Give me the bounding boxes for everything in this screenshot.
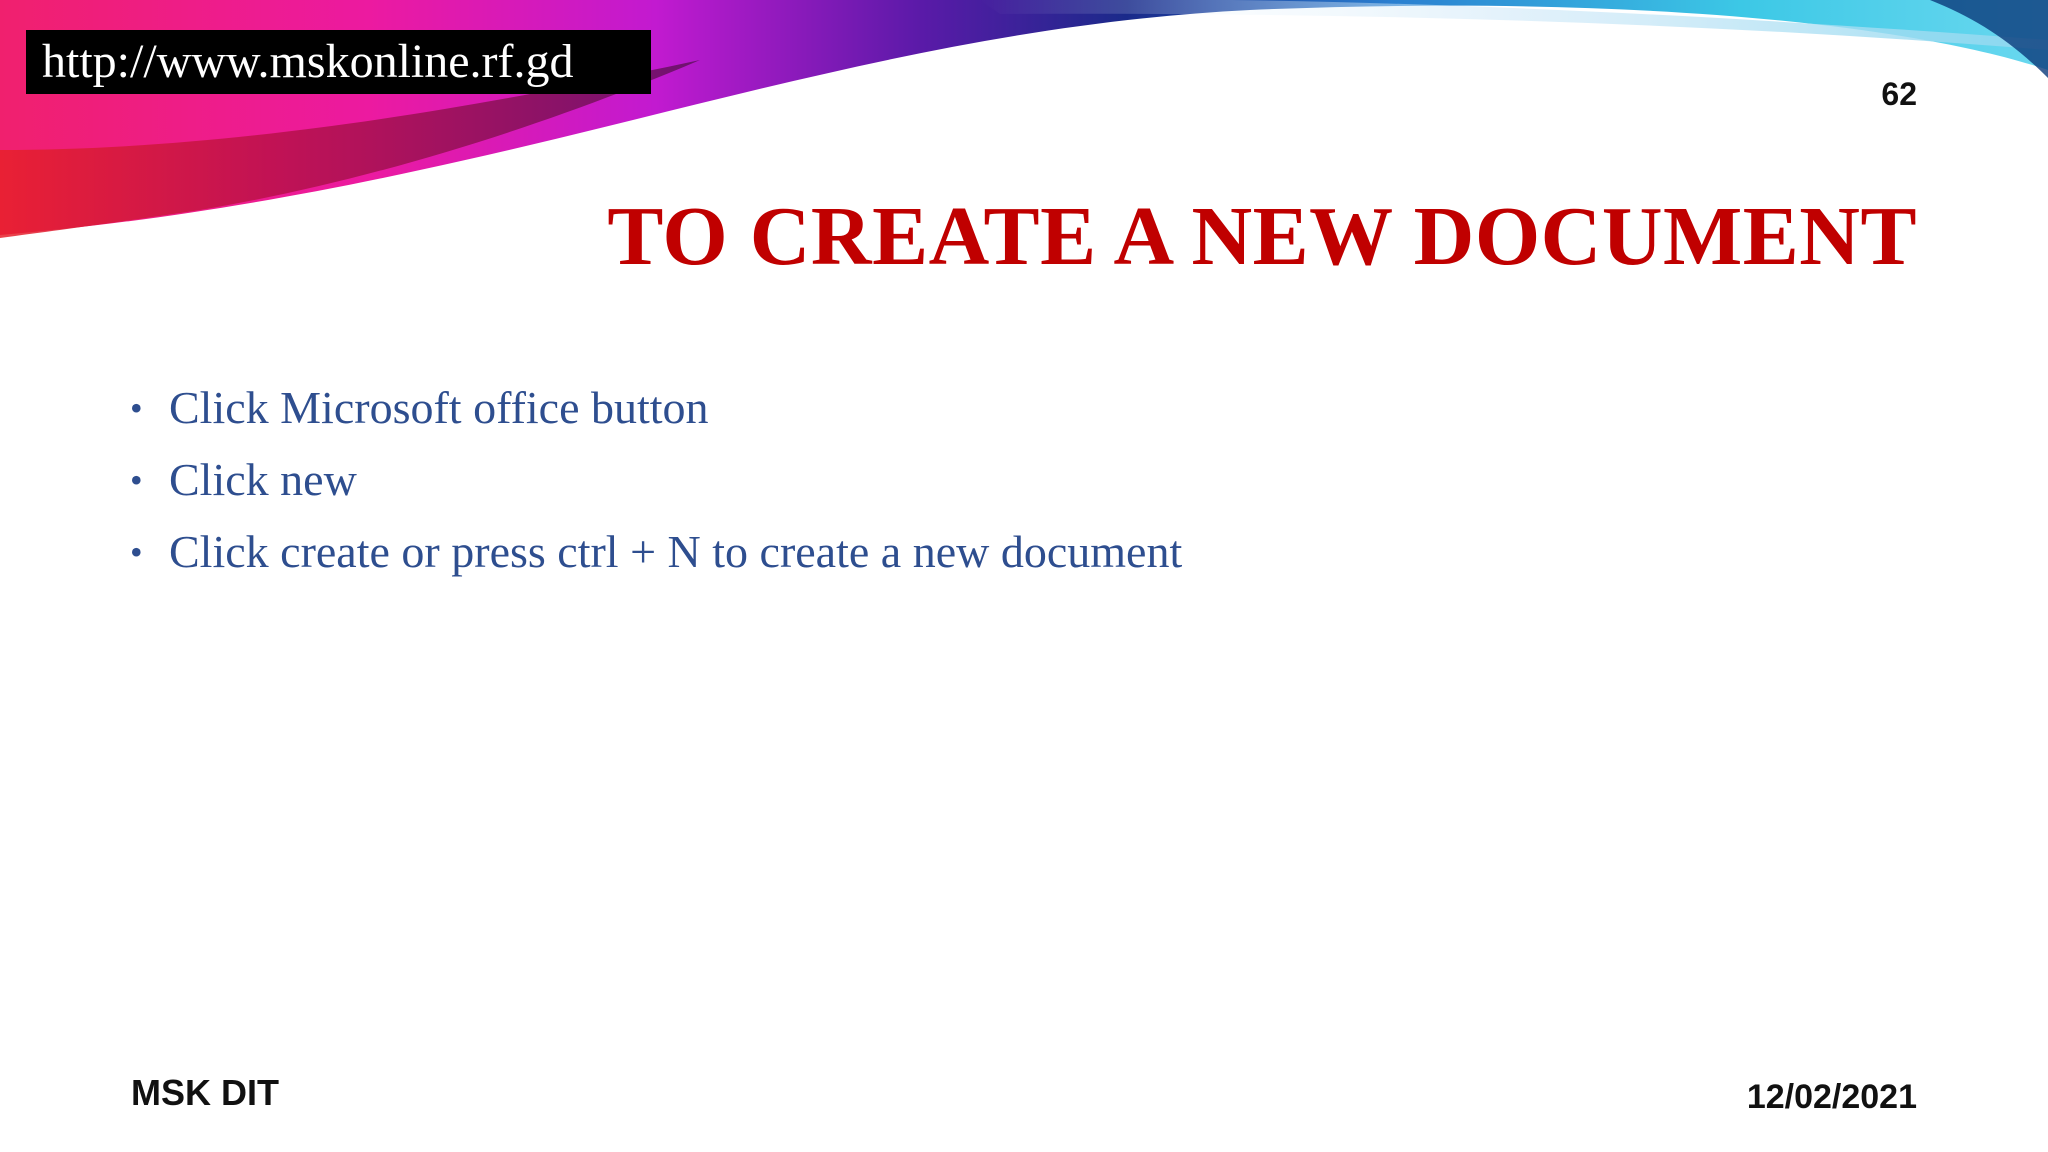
- bullet-dot-icon: •: [130, 532, 143, 572]
- slide-number: 62: [1881, 76, 1917, 112]
- footer-organization: MSK DIT: [131, 1072, 279, 1113]
- bullet-text: Click new: [169, 454, 357, 505]
- bullet-text: Click create or press ctrl + N to create…: [169, 526, 1183, 577]
- bullet-item: • Click Microsoft office button: [130, 372, 1182, 444]
- bullet-list: • Click Microsoft office button • Click ne…: [130, 372, 1182, 588]
- slide: http://www.mskonline.rf.gd 62 TO CREATE …: [0, 0, 2048, 1152]
- bullet-dot-icon: •: [130, 388, 143, 428]
- website-url-banner: http://www.mskonline.rf.gd: [26, 30, 651, 94]
- bullet-item: • Click create or press ctrl + N to creat…: [130, 516, 1182, 588]
- footer-date: 12/02/2021: [1746, 1078, 1917, 1116]
- bullet-item: • Click new: [130, 444, 1182, 516]
- bullet-dot-icon: •: [130, 460, 143, 500]
- bullet-text: Click Microsoft office button: [169, 382, 709, 433]
- slide-title: TO CREATE A NEW DOCUMENT: [607, 190, 1917, 283]
